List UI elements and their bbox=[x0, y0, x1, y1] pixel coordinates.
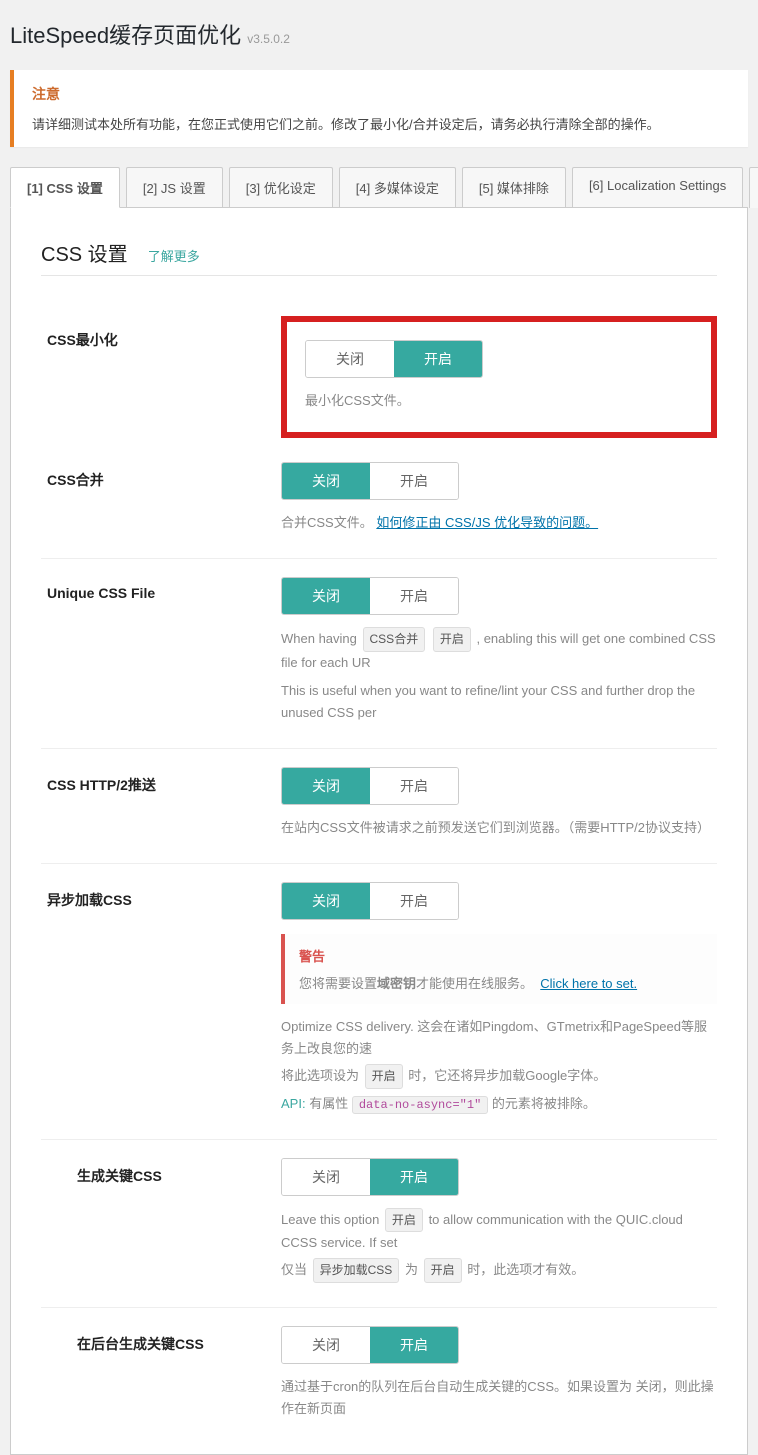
api-a: 有属性 bbox=[309, 1096, 348, 1111]
toggle-ccss: 关闭 开启 bbox=[281, 1158, 459, 1196]
tab-localization[interactable]: [6] Localization Settings bbox=[572, 167, 743, 208]
desc-css-combine-prefix: 合并CSS文件。 bbox=[281, 515, 373, 530]
tag-on-4: 开启 bbox=[424, 1258, 462, 1282]
desc-async-1: Optimize CSS delivery. 这会在诸如Pingdom、GTme… bbox=[281, 1016, 717, 1060]
toggle-http2-on[interactable]: 开启 bbox=[370, 768, 458, 804]
row-css-min: CSS最小化 关闭 开启 最小化CSS文件。 bbox=[41, 304, 717, 444]
desc-async-2a: 将此选项设为 bbox=[281, 1068, 359, 1083]
toggle-css-combine: 关闭 开启 bbox=[281, 462, 459, 500]
desc-async-2b: 时，它还将异步加载Google字体。 bbox=[408, 1068, 606, 1083]
desc-async-2: 将此选项设为 开启 时，它还将异步加载Google字体。 bbox=[281, 1064, 717, 1088]
tag-on-3: 开启 bbox=[385, 1208, 423, 1232]
tag-on: 开启 bbox=[433, 627, 471, 651]
toggle-ccss-on[interactable]: 开启 bbox=[370, 1159, 458, 1195]
desc-css-min: 最小化CSS文件。 bbox=[305, 390, 693, 412]
ccss-1a: Leave this option bbox=[281, 1212, 379, 1227]
section-heading: CSS 设置 bbox=[41, 238, 128, 267]
tag-async-css: 异步加载CSS bbox=[313, 1258, 400, 1282]
toggle-ccss-bg-on[interactable]: 开启 bbox=[370, 1327, 458, 1363]
tab-css[interactable]: [1] CSS 设置 bbox=[10, 167, 120, 208]
tab-7[interactable]: [7] i bbox=[749, 167, 758, 208]
row-http2-push: CSS HTTP/2推送 关闭 开启 在站内CSS文件被请求之前预发送它们到浏览… bbox=[41, 749, 717, 864]
label-ccss: 生成关键CSS bbox=[41, 1158, 281, 1186]
desc-unique-a: When having bbox=[281, 631, 357, 646]
toggle-http2-push: 关闭 开启 bbox=[281, 767, 459, 805]
tab-media-exclude[interactable]: [5] 媒体排除 bbox=[462, 167, 566, 208]
warn-a: 您将需要设置 bbox=[299, 976, 377, 991]
link-set-domain-key[interactable]: Click here to set. bbox=[540, 976, 637, 991]
notice-box: 注意 请详细测试本处所有功能，在您正式使用它们之前。修改了最小化/合并设定后，请… bbox=[10, 70, 748, 147]
label-async-css: 异步加载CSS bbox=[41, 882, 281, 910]
learn-more-link[interactable]: 了解更多 bbox=[148, 246, 200, 265]
tabs-bar: [1] CSS 设置 [2] JS 设置 [3] 优化设定 [4] 多媒体设定 … bbox=[0, 167, 758, 208]
warning-text: 您将需要设置域密钥才能使用在线服务。 Click here to set. bbox=[299, 973, 703, 992]
toggle-http2-off[interactable]: 关闭 bbox=[282, 768, 370, 804]
desc-ccss-2: 仅当 异步加载CSS 为 开启 时，此选项才有效。 bbox=[281, 1258, 717, 1282]
ccss-2b: 为 bbox=[405, 1262, 418, 1277]
api-code: data-no-async="1" bbox=[352, 1096, 488, 1114]
row-ccss: 生成关键CSS 关闭 开启 Leave this option 开启 to al… bbox=[41, 1140, 717, 1308]
label-unique-css: Unique CSS File bbox=[41, 577, 281, 601]
toggle-css-combine-on[interactable]: 开启 bbox=[370, 463, 458, 499]
api-label: API: bbox=[281, 1096, 306, 1111]
label-css-combine: CSS合并 bbox=[41, 462, 281, 490]
toggle-async-css: 关闭 开启 bbox=[281, 882, 459, 920]
warning-title: 警告 bbox=[299, 946, 703, 965]
row-async-css: 异步加载CSS 关闭 开启 警告 您将需要设置域密钥才能使用在线服务。 Clic… bbox=[41, 864, 717, 1140]
toggle-css-min: 关闭 开启 bbox=[305, 340, 483, 378]
version-text: v3.5.0.2 bbox=[247, 32, 290, 46]
warn-b: 域密钥 bbox=[377, 976, 416, 991]
label-css-min: CSS最小化 bbox=[41, 322, 281, 350]
toggle-async-off[interactable]: 关闭 bbox=[282, 883, 370, 919]
tab-optimize[interactable]: [3] 优化设定 bbox=[229, 167, 333, 208]
notice-title: 注意 bbox=[32, 84, 730, 104]
warning-box: 警告 您将需要设置域密钥才能使用在线服务。 Click here to set. bbox=[281, 934, 717, 1004]
row-css-combine: CSS合并 关闭 开启 合并CSS文件。 如何修正由 CSS/JS 优化导致的问… bbox=[41, 444, 717, 559]
toggle-async-on[interactable]: 开启 bbox=[370, 883, 458, 919]
toggle-css-combine-off[interactable]: 关闭 bbox=[282, 463, 370, 499]
section-header: CSS 设置 了解更多 bbox=[41, 238, 717, 276]
title-text: LiteSpeed缓存页面优化 bbox=[10, 23, 241, 48]
toggle-ccss-off[interactable]: 关闭 bbox=[282, 1159, 370, 1195]
toggle-ccss-bg: 关闭 开启 bbox=[281, 1326, 459, 1364]
toggle-unique-css-on[interactable]: 开启 bbox=[370, 578, 458, 614]
row-unique-css: Unique CSS File 关闭 开启 When having CSS合并 … bbox=[41, 559, 717, 749]
link-css-combine-help[interactable]: 如何修正由 CSS/JS 优化导致的问题。 bbox=[376, 515, 598, 530]
desc-http2: 在站内CSS文件被请求之前预发送它们到浏览器。（需要HTTP/2协议支持） bbox=[281, 817, 717, 839]
tab-media[interactable]: [4] 多媒体设定 bbox=[339, 167, 456, 208]
toggle-css-min-off[interactable]: 关闭 bbox=[306, 341, 394, 377]
ccss-2a: 仅当 bbox=[281, 1262, 307, 1277]
desc-css-combine: 合并CSS文件。 如何修正由 CSS/JS 优化导致的问题。 bbox=[281, 512, 717, 534]
notice-text: 请详细测试本处所有功能，在您正式使用它们之前。修改了最小化/合并设定后，请务必执… bbox=[32, 114, 730, 133]
label-http2-push: CSS HTTP/2推送 bbox=[41, 767, 281, 795]
ccss-2c: 时，此选项才有效。 bbox=[467, 1262, 584, 1277]
desc-unique-css-1: When having CSS合并 开启 , enabling this wil… bbox=[281, 627, 717, 673]
page-title: LiteSpeed缓存页面优化 v3.5.0.2 bbox=[0, 0, 758, 60]
warn-c: 才能使用在线服务。 bbox=[416, 976, 533, 991]
toggle-ccss-bg-off[interactable]: 关闭 bbox=[282, 1327, 370, 1363]
tab-js[interactable]: [2] JS 设置 bbox=[126, 167, 223, 208]
highlight-box: 关闭 开启 最小化CSS文件。 bbox=[281, 316, 717, 438]
desc-async-api: API: 有属性 data-no-async="1" 的元素将被排除。 bbox=[281, 1093, 717, 1115]
toggle-css-min-on[interactable]: 开启 bbox=[394, 341, 482, 377]
toggle-unique-css: 关闭 开启 bbox=[281, 577, 459, 615]
api-b: 的元素将被排除。 bbox=[492, 1096, 596, 1111]
tag-css-combine: CSS合并 bbox=[363, 627, 426, 651]
row-ccss-bg: 在后台生成关键CSS 关闭 开启 通过基于cron的队列在后台自动生成关键的CS… bbox=[41, 1308, 717, 1444]
settings-panel: CSS 设置 了解更多 CSS最小化 关闭 开启 最小化CSS文件。 CSS合并… bbox=[10, 207, 748, 1455]
label-ccss-bg: 在后台生成关键CSS bbox=[41, 1326, 281, 1354]
desc-ccss-bg: 通过基于cron的队列在后台自动生成关键的CSS。如果设置为 关闭，则此操作在新… bbox=[281, 1376, 717, 1420]
desc-unique-css-2: This is useful when you want to refine/l… bbox=[281, 680, 717, 724]
tag-on-2: 开启 bbox=[365, 1064, 403, 1088]
toggle-unique-css-off[interactable]: 关闭 bbox=[282, 578, 370, 614]
desc-ccss-1: Leave this option 开启 to allow communicat… bbox=[281, 1208, 717, 1254]
